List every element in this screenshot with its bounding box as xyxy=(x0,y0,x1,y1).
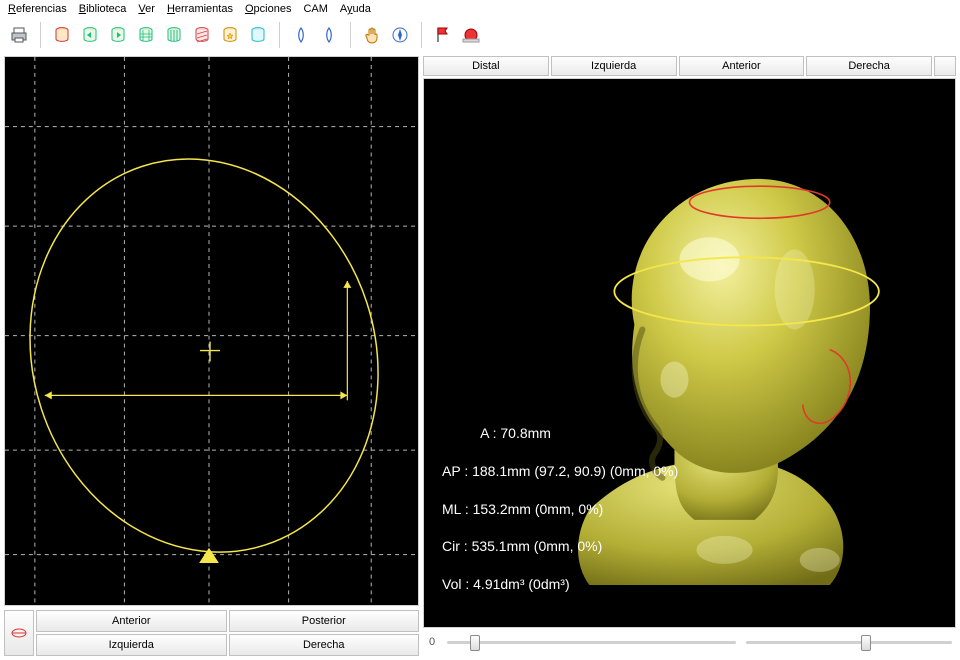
menu-item-ayuda[interactable]: Ayuda xyxy=(340,3,371,15)
cylinder-grid-icon[interactable] xyxy=(133,22,159,48)
stat-cir-label: Cir : xyxy=(442,538,468,554)
btn-distal[interactable]: Distal xyxy=(423,56,549,76)
viewport-3d[interactable]: A : 70.8mm AP : 188.1mm (97.2, 90.9) (0m… xyxy=(423,78,956,628)
stat-ap-value: 188.1mm (97.2, 90.9) (0mm, 0%) xyxy=(472,463,678,479)
btn-anterior[interactable]: Anterior xyxy=(36,610,227,632)
btn-anterior-3d[interactable]: Anterior xyxy=(679,56,805,76)
printer-icon[interactable] xyxy=(6,22,32,48)
menu-item-referencias[interactable]: RReferenciaseferencias xyxy=(8,3,67,15)
btn-izquierda[interactable]: Izquierda xyxy=(36,634,227,656)
cylinder-right-arrow-icon[interactable] xyxy=(105,22,131,48)
stat-vol-label: Vol : xyxy=(442,576,469,592)
btn-posterior[interactable]: Posterior xyxy=(229,610,420,632)
stat-cir-value: 535.1mm (0mm, 0%) xyxy=(472,538,603,554)
stat-a-label: A : xyxy=(480,425,496,441)
flag-red-icon[interactable] xyxy=(430,22,456,48)
panel-right: Distal Izquierda Anterior Derecha xyxy=(423,56,956,656)
toolbar-separator xyxy=(279,22,280,48)
btn-izquierda-3d[interactable]: Izquierda xyxy=(551,56,677,76)
toolbar-separator xyxy=(350,22,351,48)
compass-icon[interactable] xyxy=(387,22,413,48)
menu-item-biblioteca[interactable]: Biblioteca xyxy=(79,3,127,15)
stat-a-value: 70.8mm xyxy=(500,425,551,441)
stat-ml-value: 153.2mm (0mm, 0%) xyxy=(473,501,604,517)
right-view-buttons: Distal Izquierda Anterior Derecha xyxy=(423,56,956,76)
measurement-overlay: A : 70.8mm AP : 188.1mm (97.2, 90.9) (0m… xyxy=(442,405,678,613)
slice-slider[interactable] xyxy=(447,632,736,652)
menu-bar: RReferenciaseferencias Biblioteca Ver He… xyxy=(0,0,960,18)
panel-left: Anterior Posterior Izquierda Derecha xyxy=(4,56,419,656)
viewport-2d[interactable] xyxy=(4,56,419,606)
menu-item-ver[interactable]: Ver xyxy=(138,3,155,15)
menu-item-opciones[interactable]: Opciones xyxy=(245,3,291,15)
btn-derecha-3d[interactable]: Derecha xyxy=(806,56,932,76)
stat-vol-value: 4.91dm³ (0dm³) xyxy=(473,576,569,592)
toolbar-separator xyxy=(421,22,422,48)
cylinder-star-icon[interactable] xyxy=(217,22,243,48)
stat-ml-label: ML : xyxy=(442,501,469,517)
main-split: Anterior Posterior Izquierda Derecha Dis… xyxy=(0,52,960,660)
cylinder-left-arrow-icon[interactable] xyxy=(77,22,103,48)
btn-extra-3d[interactable] xyxy=(934,56,956,76)
outline-blue-icon[interactable] xyxy=(288,22,314,48)
toolbar-separator xyxy=(40,22,41,48)
orientation-icon[interactable] xyxy=(4,610,34,656)
btn-derecha[interactable]: Derecha xyxy=(229,634,420,656)
cylinder-open-icon[interactable] xyxy=(49,22,75,48)
cylinder-cyan-icon[interactable] xyxy=(245,22,271,48)
slider-row: 0 xyxy=(423,628,956,656)
stat-ap-label: AP : xyxy=(442,463,468,479)
left-view-buttons: Anterior Posterior Izquierda Derecha xyxy=(4,610,419,656)
record-red-icon[interactable] xyxy=(458,22,484,48)
toolbar xyxy=(0,18,960,52)
menu-item-cam[interactable]: CAM xyxy=(303,3,327,15)
secondary-slider[interactable] xyxy=(746,632,952,652)
cylinder-columns-icon[interactable] xyxy=(161,22,187,48)
cross-section-canvas xyxy=(5,57,418,606)
cylinder-hatched-icon[interactable] xyxy=(189,22,215,48)
outline-blue-alt-icon[interactable] xyxy=(316,22,342,48)
menu-item-herramientas[interactable]: Herramientas xyxy=(167,3,233,15)
slider-min-label: 0 xyxy=(427,636,437,648)
hand-cursor-icon[interactable] xyxy=(359,22,385,48)
